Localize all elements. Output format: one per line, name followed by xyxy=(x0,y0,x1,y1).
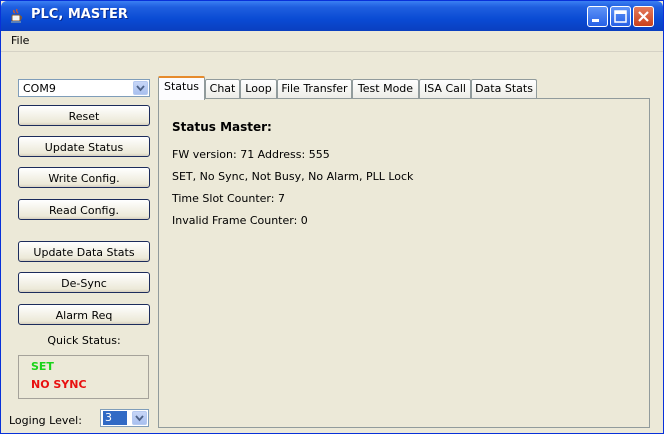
fw-version-line: FW version: 71 Address: 555 xyxy=(172,148,330,161)
chevron-down-icon[interactable] xyxy=(133,81,148,95)
quick-status-set: SET xyxy=(31,360,54,373)
maximize-button[interactable] xyxy=(610,6,631,27)
alarm-req-button[interactable]: Alarm Req xyxy=(18,304,150,325)
quick-status-box: SET NO SYNC xyxy=(18,355,149,399)
tab-test-mode[interactable]: Test Mode xyxy=(352,79,419,99)
quick-status-label: Quick Status: xyxy=(47,334,121,347)
read-config-button[interactable]: Read Config. xyxy=(18,199,150,220)
logging-level-value: 3 xyxy=(103,411,127,425)
status-panel: Status Master: FW version: 71 Address: 5… xyxy=(158,98,650,428)
logging-level-label: Loging Level: xyxy=(9,414,82,427)
menu-bar: File xyxy=(1,31,663,52)
tab-data-stats[interactable]: Data Stats xyxy=(471,79,537,99)
app-window: PLC, MASTER File COM9 Reset Update Statu… xyxy=(0,0,664,434)
close-icon xyxy=(638,11,649,22)
reset-button[interactable]: Reset xyxy=(18,105,150,126)
java-cup-icon xyxy=(9,8,25,24)
minimize-button[interactable] xyxy=(587,6,608,27)
close-button[interactable] xyxy=(633,6,654,27)
port-select-value: COM9 xyxy=(23,82,56,95)
chevron-down-icon[interactable] xyxy=(132,411,147,425)
tab-isa-call[interactable]: ISA Call xyxy=(419,79,471,99)
status-title: Status Master: xyxy=(172,120,272,134)
write-config-button[interactable]: Write Config. xyxy=(18,167,150,188)
status-panel-content: Status Master: FW version: 71 Address: 5… xyxy=(162,102,646,424)
port-select[interactable]: COM9 xyxy=(18,79,150,97)
tab-status[interactable]: Status xyxy=(158,76,205,100)
minimize-icon xyxy=(592,19,599,22)
tab-file-transfer[interactable]: File Transfer xyxy=(277,79,352,99)
desync-button[interactable]: De-Sync xyxy=(18,272,150,293)
invalid-frame-line: Invalid Frame Counter: 0 xyxy=(172,214,308,227)
tab-loop[interactable]: Loop xyxy=(240,79,277,99)
time-slot-line: Time Slot Counter: 7 xyxy=(172,192,285,205)
logging-level-select[interactable]: 3 xyxy=(100,409,149,427)
menu-file[interactable]: File xyxy=(11,34,29,47)
update-data-stats-button[interactable]: Update Data Stats xyxy=(18,241,150,262)
title-bar[interactable]: PLC, MASTER xyxy=(1,1,663,31)
update-status-button[interactable]: Update Status xyxy=(18,136,150,157)
quick-status-no-sync: NO SYNC xyxy=(31,378,87,391)
status-flags-line: SET, No Sync, Not Busy, No Alarm, PLL Lo… xyxy=(172,170,414,183)
window-title: PLC, MASTER xyxy=(31,7,128,22)
tab-chat[interactable]: Chat xyxy=(205,79,240,99)
